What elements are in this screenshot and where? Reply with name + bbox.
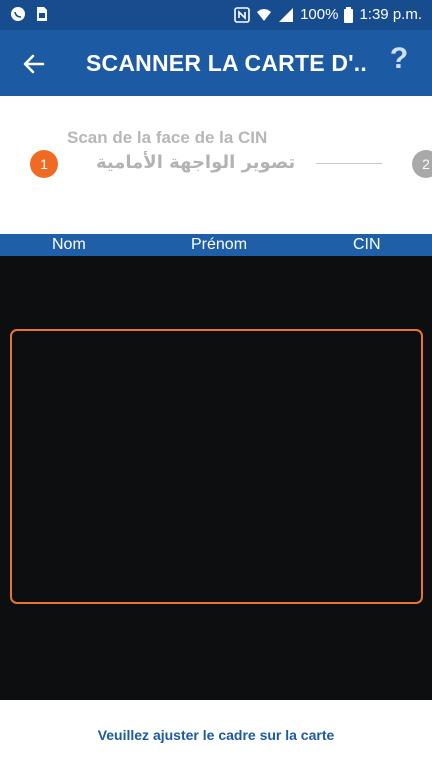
page-title: SCANNER LA CARTE D'... — [86, 50, 366, 76]
stepper: Scan de la face de la CIN تصوير الواجهة … — [0, 96, 432, 234]
status-right-icons: 100% 1:39 p.m. — [234, 6, 422, 23]
app-bar: SCANNER LA CARTE D'... ? — [0, 30, 432, 96]
battery-percent: 100% — [300, 6, 339, 23]
whatsapp-icon — [10, 6, 26, 22]
help-button[interactable]: ? — [384, 42, 414, 82]
columns-header: Nom Prénom CIN — [0, 234, 432, 256]
bottom-panel: Veuillez ajuster le cadre sur la carte — [0, 700, 432, 768]
camera-preview[interactable] — [0, 256, 432, 700]
scan-frame — [10, 329, 423, 604]
column-nom: Nom — [52, 236, 86, 253]
step-title-fr: Scan de la face de la CIN — [67, 128, 268, 147]
step-connector — [316, 163, 382, 164]
back-button[interactable] — [14, 44, 54, 84]
status-time: 1:39 p.m. — [359, 6, 422, 23]
battery-icon — [344, 6, 354, 23]
status-bar: 100% 1:39 p.m. — [0, 0, 432, 30]
sim-icon — [34, 6, 50, 22]
arrow-left-icon — [23, 54, 45, 74]
step-1-indicator: 1 — [30, 150, 58, 178]
column-cin: CIN — [353, 236, 381, 253]
step-title-ar: تصوير الواجهة الأمامية — [96, 152, 296, 173]
status-left-icons — [10, 6, 50, 22]
column-prenom: Prénom — [191, 236, 248, 253]
wifi-icon — [256, 7, 272, 23]
signal-icon — [278, 7, 294, 23]
hint-text: Veuillez ajuster le cadre sur la carte — [97, 727, 335, 743]
step-2-indicator: 2 — [412, 150, 432, 178]
nfc-icon — [234, 6, 250, 23]
